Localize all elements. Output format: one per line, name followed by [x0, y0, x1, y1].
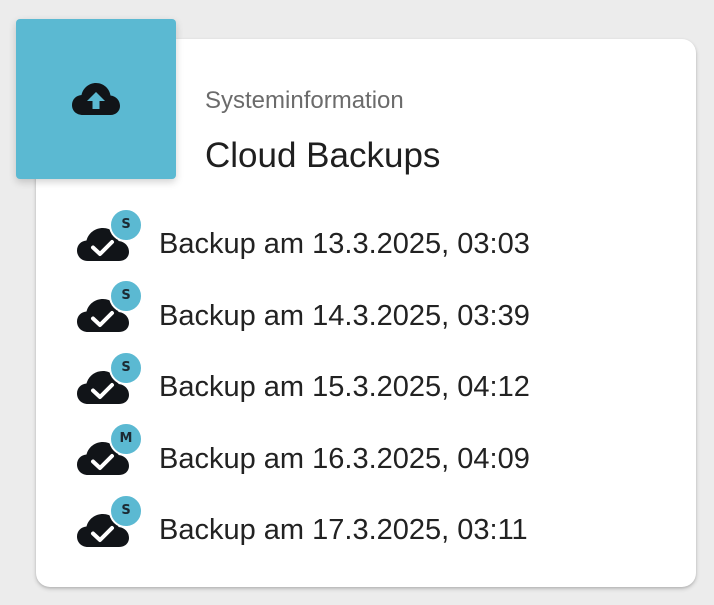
backup-label: Backup am 15.3.2025, 04:12	[159, 371, 530, 404]
backup-label: Backup am 13.3.2025, 03:03	[159, 228, 530, 261]
cloud-check-icon: S	[76, 207, 143, 268]
status-badge: S	[109, 350, 143, 385]
backup-label: Backup am 14.3.2025, 03:39	[159, 299, 530, 332]
backup-label: Backup am 17.3.2025, 03:11	[159, 514, 528, 547]
header-icon-tile	[16, 19, 176, 179]
card-title: Cloud Backups	[205, 136, 441, 175]
card-subtitle: Systeminformation	[205, 87, 404, 114]
status-badge: S	[109, 279, 143, 314]
backup-list-item[interactable]: S Backup am 15.3.2025, 04:12	[76, 345, 530, 417]
backup-list-item[interactable]: M Backup am 16.3.2025, 04:09	[76, 417, 530, 489]
backup-list: S Backup am 13.3.2025, 03:03 S Backup am…	[76, 202, 530, 560]
status-badge: M	[109, 422, 143, 457]
cloud-upload-icon	[71, 82, 121, 116]
status-badge: S	[109, 207, 143, 242]
cloud-check-icon: M	[76, 422, 143, 482]
backup-list-item[interactable]: S Backup am 17.3.2025, 03:11	[76, 488, 530, 560]
backup-label: Backup am 16.3.2025, 04:09	[159, 442, 530, 475]
cloud-check-icon: S	[76, 350, 143, 411]
backup-list-item[interactable]: S Backup am 13.3.2025, 03:03	[76, 202, 530, 274]
cloud-check-icon: S	[76, 493, 143, 554]
status-badge: S	[109, 493, 143, 528]
cloud-check-icon: S	[76, 279, 143, 339]
backup-list-item[interactable]: S Backup am 14.3.2025, 03:39	[76, 274, 530, 346]
